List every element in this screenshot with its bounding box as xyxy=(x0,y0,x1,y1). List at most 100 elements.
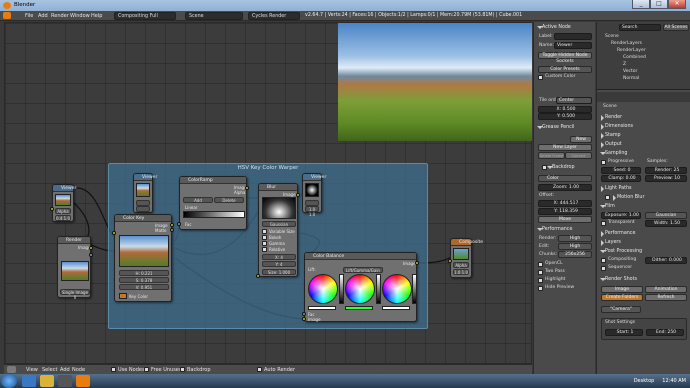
ramp-gradient[interactable] xyxy=(183,211,245,218)
color-ramp-node[interactable]: ColorRamp Image Alpha Add Delete Linear … xyxy=(177,176,249,230)
outliner-search-field[interactable]: Search xyxy=(619,24,661,31)
blur-x-field[interactable]: X: 4 xyxy=(262,254,296,260)
hide-preview-checkbox[interactable] xyxy=(538,286,543,291)
socket-image-in[interactable] xyxy=(448,259,452,263)
bokeh-checkbox[interactable] xyxy=(262,235,267,240)
highlight-checkbox[interactable] xyxy=(538,278,543,283)
color-presets-select[interactable]: Color Presets xyxy=(538,66,592,73)
menu-help[interactable]: Help xyxy=(91,12,102,20)
layers-header[interactable]: Layers xyxy=(599,239,621,246)
stamp-header[interactable]: Stamp xyxy=(599,132,621,139)
saturation-field[interactable]: S: 0.378 xyxy=(119,277,169,283)
relative-checkbox[interactable] xyxy=(262,247,267,252)
zoom-field[interactable]: Zoom: 1.00 xyxy=(538,184,592,191)
gamma-checkbox[interactable] xyxy=(262,241,267,246)
taskbar-explorer-icon[interactable] xyxy=(40,375,54,387)
preview-samples-field[interactable]: Preview: 10 xyxy=(645,175,687,182)
menu-window[interactable]: Window xyxy=(70,12,90,20)
output-header[interactable]: Output xyxy=(599,141,622,148)
shot-start-field[interactable]: Start: 1 xyxy=(605,329,643,336)
post-processing-header[interactable]: Post Processing xyxy=(599,248,642,255)
name-field[interactable]: Viewer xyxy=(554,42,592,49)
gain-swatch[interactable] xyxy=(382,306,410,310)
viewer-value[interactable]: 0.4 1.0 xyxy=(55,215,71,221)
scene-select[interactable]: Scene xyxy=(185,12,243,20)
offset-x-field[interactable]: X: 444.517 xyxy=(538,200,592,207)
taskbar-ie-icon[interactable] xyxy=(22,375,36,387)
desktop-label[interactable]: Desktop xyxy=(634,378,655,384)
outliner-item-renderlayers[interactable]: RenderLayers xyxy=(611,41,642,47)
render-layers-node[interactable]: Render Image Single Image 0 xyxy=(57,236,93,300)
socket-image-out[interactable] xyxy=(245,186,249,190)
socket-image-out[interactable] xyxy=(170,223,174,227)
taskbar-blender-icon[interactable] xyxy=(76,375,90,387)
viewer-node-left[interactable]: Viewer Alpha 0.4 1.0 xyxy=(50,184,76,222)
socket-image-out[interactable] xyxy=(89,246,93,250)
hue-field[interactable]: H: 0.221 xyxy=(119,270,169,276)
custom-color-checkbox[interactable] xyxy=(538,75,543,80)
convert-button[interactable]: Convert xyxy=(565,152,592,159)
editor-type-icon[interactable] xyxy=(3,12,11,19)
outliner-item-vector[interactable]: Vector xyxy=(623,69,637,75)
lift-value-slider[interactable] xyxy=(339,274,344,304)
motion-blur-header[interactable]: Motion Blur xyxy=(611,194,644,201)
gain-color-wheel[interactable] xyxy=(382,274,412,304)
blur-node[interactable]: Blur Image Gaussian Variable Size Bokeh … xyxy=(256,183,300,278)
socket-image-in[interactable] xyxy=(112,231,116,235)
editor-type-icon[interactable] xyxy=(7,366,16,373)
outliner-item-renderlayer[interactable]: RenderLayer xyxy=(617,48,646,54)
outliner-item-normal[interactable]: Normal xyxy=(623,76,639,82)
minimize-button[interactable]: _ xyxy=(632,0,650,9)
composite-alpha[interactable]: Alpha xyxy=(453,262,469,268)
render-samples-field[interactable]: Render: 25 xyxy=(645,167,687,174)
menu-select[interactable]: Select xyxy=(42,366,57,374)
shot-end-field[interactable]: End: 250 xyxy=(646,329,684,336)
viewer-node-mid[interactable]: Viewer 1.0 1.0 xyxy=(302,173,326,217)
refresh-button[interactable]: Refresh xyxy=(645,294,687,301)
clamp-field[interactable]: Clamp: 0.00 xyxy=(601,175,641,182)
tile-x-field[interactable]: X: 0.500 xyxy=(538,106,592,113)
socket-image-in[interactable] xyxy=(256,274,260,278)
performance-header[interactable]: Performance xyxy=(536,226,572,233)
backdrop-channel-select[interactable]: Color xyxy=(538,175,592,182)
single-image-button[interactable]: Single Image 0 xyxy=(60,289,90,300)
outliner-item-scene[interactable]: Scene xyxy=(605,34,619,40)
dither-field[interactable]: Dither: 0.000 xyxy=(645,257,687,264)
viewer-alpha[interactable]: Alpha xyxy=(55,208,71,214)
color-key-node[interactable]: Color Key Image Matte H: 0.221 S: 0.378 … xyxy=(112,214,174,302)
composite-value[interactable]: 1.0 1.0 xyxy=(453,269,469,275)
edit-quality-select[interactable]: High xyxy=(558,243,592,250)
key-color-swatch[interactable] xyxy=(119,293,127,299)
gamma-swatch[interactable] xyxy=(345,306,373,310)
new-layer-button[interactable]: New Layer xyxy=(538,144,592,151)
create-folders-button[interactable]: Create Folders xyxy=(601,294,643,301)
socket-fac-in[interactable] xyxy=(302,312,306,316)
outliner[interactable]: Search All Scenes Scene RenderLayers Ren… xyxy=(597,22,690,90)
blur-type-select[interactable]: Gaussian xyxy=(262,221,296,227)
socket-matte-out[interactable] xyxy=(170,228,174,232)
viewer-value[interactable] xyxy=(136,206,150,212)
menu-file[interactable]: File xyxy=(25,12,33,20)
backdrop-header[interactable]: Backdrop xyxy=(546,164,575,171)
render-engine-select[interactable]: Cycles Render xyxy=(248,12,300,20)
color-balance-node[interactable]: Color Balance Image Lift/Gamma/Gain Lift… xyxy=(302,252,419,322)
render-image-button[interactable]: Image xyxy=(601,286,643,293)
move-button[interactable]: Move xyxy=(538,216,592,223)
ramp-add-button[interactable]: Add xyxy=(183,197,213,203)
ramp-delete-button[interactable]: Delete xyxy=(214,197,244,203)
socket-fac-in[interactable] xyxy=(177,222,181,226)
tile-y-field[interactable]: Y: 0.500 xyxy=(538,113,592,120)
close-button[interactable]: ✕ xyxy=(668,0,686,9)
socket-image-in[interactable] xyxy=(50,207,54,211)
gamma-value-slider[interactable] xyxy=(376,274,381,304)
menu-add[interactable]: Add xyxy=(60,366,70,374)
socket-alpha-out[interactable] xyxy=(89,253,93,257)
menu-view[interactable]: View xyxy=(26,366,38,374)
viewer-node-top[interactable]: Viewer xyxy=(133,173,157,213)
film-header[interactable]: Film xyxy=(599,203,615,210)
sampling-header[interactable]: Sampling xyxy=(599,150,627,157)
auto-render-checkbox[interactable] xyxy=(257,367,262,372)
opencl-checkbox[interactable] xyxy=(538,262,543,267)
toggle-hidden-sockets-button[interactable]: Toggle Hidden Node Sockets xyxy=(538,52,592,64)
camera-select[interactable]: "Camera" xyxy=(601,306,641,313)
